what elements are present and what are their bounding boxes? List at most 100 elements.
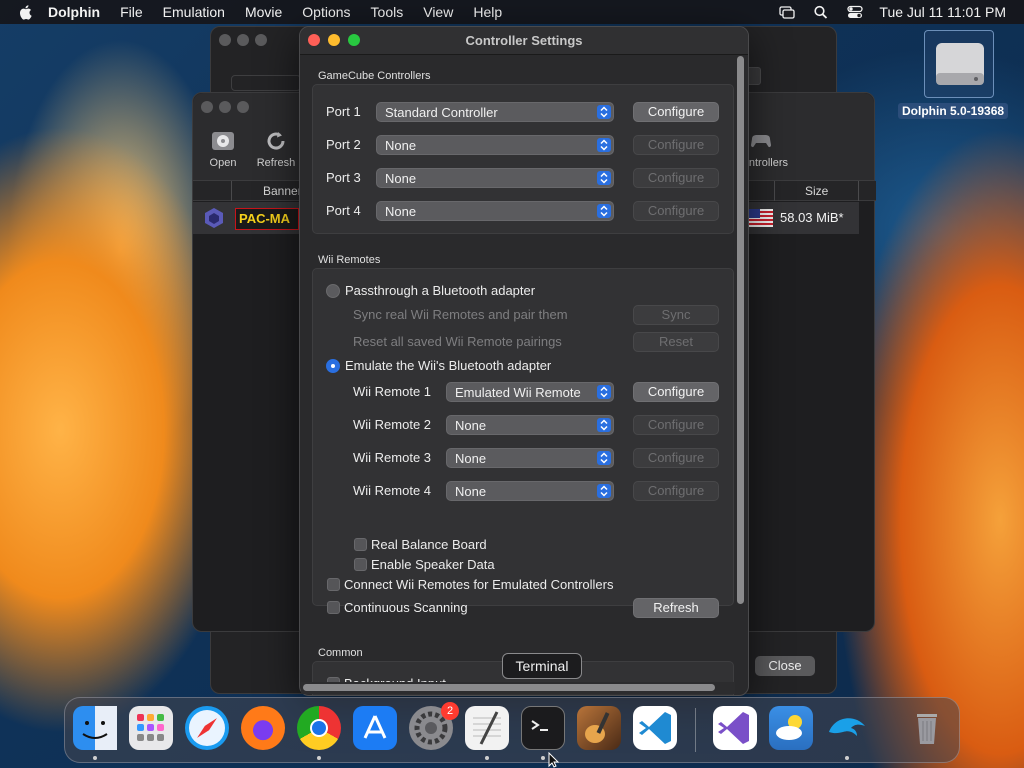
guitar-icon <box>585 712 610 743</box>
balance-board-label[interactable]: Real Balance Board <box>371 537 487 552</box>
port-3-select[interactable]: None <box>376 168 614 188</box>
port-2-configure-button[interactable]: Configure <box>633 135 719 155</box>
sync-button[interactable]: Sync <box>633 305 719 325</box>
main-minimize-icon[interactable] <box>219 101 231 113</box>
port-1-value: Standard Controller <box>385 105 498 120</box>
wii-remote-4-select[interactable]: None <box>446 481 614 501</box>
menu-bar: Dolphin File Emulation Movie Options Too… <box>0 0 1024 24</box>
passthrough-label[interactable]: Passthrough a Bluetooth adapter <box>345 283 535 298</box>
textedit-page-icon <box>473 711 501 745</box>
dolphin-disk-image-icon[interactable] <box>924 30 994 98</box>
control-center-icon[interactable] <box>847 5 864 19</box>
vertical-scroll-thumb[interactable] <box>737 56 744 604</box>
usa-flag-icon <box>749 209 773 227</box>
refresh-button[interactable]: Refresh <box>633 598 719 618</box>
app-store-icon[interactable] <box>353 706 397 750</box>
trash-icon[interactable] <box>905 706 949 750</box>
wii-remotes-group-title: Wii Remotes <box>318 254 381 266</box>
window-zoom-icon[interactable] <box>255 34 267 46</box>
connect-emulated-label[interactable]: Connect Wii Remotes for Emulated Control… <box>344 577 614 592</box>
vscode-icon[interactable] <box>633 706 677 750</box>
continuous-scanning-checkbox[interactable] <box>327 601 340 614</box>
chevron-updown-icon <box>597 385 611 399</box>
refresh-tool[interactable]: Refresh <box>253 129 299 169</box>
wii-remote-4-label: Wii Remote 4 <box>353 483 432 498</box>
wii-remote-4-configure-button[interactable]: Configure <box>633 481 719 501</box>
horizontal-scrollbar[interactable] <box>301 682 735 694</box>
continuous-scanning-label[interactable]: Continuous Scanning <box>344 600 468 615</box>
game-banner-text: PAC-MA <box>239 211 291 226</box>
port-3-configure-button[interactable]: Configure <box>633 168 719 188</box>
port-4-configure-button[interactable]: Configure <box>633 201 719 221</box>
emulate-bluetooth-radio[interactable] <box>326 359 340 373</box>
instruments-icon[interactable] <box>577 706 621 750</box>
main-close-icon[interactable] <box>201 101 213 113</box>
port-1-select[interactable]: Standard Controller <box>376 102 614 122</box>
port-1-configure-button[interactable]: Configure <box>633 102 719 122</box>
wii-remote-2-configure-button[interactable]: Configure <box>633 415 719 435</box>
firefox-icon[interactable] <box>241 706 285 750</box>
balance-board-checkbox[interactable] <box>354 538 367 551</box>
menu-app-name[interactable]: Dolphin <box>48 4 100 20</box>
menu-tools[interactable]: Tools <box>371 4 404 20</box>
apple-menu-icon[interactable] <box>18 4 32 20</box>
port-4-select[interactable]: None <box>376 201 614 221</box>
menu-file[interactable]: File <box>120 4 143 20</box>
visual-studio-icon[interactable] <box>713 706 757 750</box>
dolphin-app-icon[interactable] <box>825 706 869 750</box>
menu-options[interactable]: Options <box>302 4 350 20</box>
banner-column-header[interactable]: Banner <box>263 184 302 198</box>
reset-button[interactable]: Reset <box>633 332 719 352</box>
safari-icon[interactable] <box>185 706 229 750</box>
weather-icon[interactable] <box>769 706 813 750</box>
chevron-updown-icon <box>597 171 611 185</box>
gamecube-group-title: GameCube Controllers <box>318 70 431 82</box>
size-column-header[interactable]: Size <box>805 184 828 198</box>
menu-view[interactable]: View <box>423 4 453 20</box>
chevron-updown-icon <box>597 105 611 119</box>
finder-icon[interactable] <box>73 706 117 750</box>
launchpad-icon[interactable] <box>129 706 173 750</box>
launchpad-grid-icon <box>137 714 164 741</box>
running-indicator <box>93 756 97 760</box>
speaker-data-label[interactable]: Enable Speaker Data <box>371 557 495 572</box>
wii-remote-3-select[interactable]: None <box>446 448 614 468</box>
terminal-icon[interactable] <box>521 706 565 750</box>
controllers-tool[interactable]: Controllers <box>744 129 788 169</box>
wii-remote-1-select[interactable]: Emulated Wii Remote <box>446 382 614 402</box>
window-minimize-icon[interactable] <box>237 34 249 46</box>
chevron-updown-icon <box>597 138 611 152</box>
controller-settings-dialog: Controller Settings GameCube Controllers… <box>299 26 749 696</box>
vertical-scrollbar[interactable] <box>736 56 746 606</box>
close-button[interactable]: Close <box>755 656 815 676</box>
wii-remote-2-select[interactable]: None <box>446 415 614 435</box>
menu-movie[interactable]: Movie <box>245 4 282 20</box>
menu-emulation[interactable]: Emulation <box>163 4 225 20</box>
app-store-a-icon <box>363 715 387 739</box>
chrome-icon[interactable] <box>297 706 341 750</box>
refresh-tool-label: Refresh <box>256 157 296 169</box>
controllers-icon <box>751 135 771 148</box>
speaker-data-checkbox[interactable] <box>354 558 367 571</box>
window-close-icon[interactable] <box>219 34 231 46</box>
wii-remote-3-configure-button[interactable]: Configure <box>633 448 719 468</box>
port-2-select[interactable]: None <box>376 135 614 155</box>
wii-remote-1-configure-button[interactable]: Configure <box>633 382 719 402</box>
main-zoom-icon[interactable] <box>237 101 249 113</box>
menu-clock[interactable]: Tue Jul 11 11:01 PM <box>879 4 1006 20</box>
open-tool[interactable]: Open <box>193 129 253 169</box>
disk-image-label[interactable]: Dolphin 5.0-19368 <box>898 103 1009 119</box>
dialog-titlebar: Controller Settings <box>300 27 748 55</box>
connect-emulated-checkbox[interactable] <box>327 578 340 591</box>
screen-mirroring-icon[interactable] <box>779 5 796 19</box>
col-divider <box>774 181 775 201</box>
dock: 2 <box>64 697 960 763</box>
menu-help[interactable]: Help <box>473 4 502 20</box>
running-indicator <box>845 756 849 760</box>
passthrough-radio[interactable] <box>326 284 340 298</box>
chevron-updown-icon <box>597 451 611 465</box>
emulate-bluetooth-label[interactable]: Emulate the Wii's Bluetooth adapter <box>345 358 551 373</box>
horizontal-scroll-thumb[interactable] <box>303 684 715 691</box>
spotlight-search-icon[interactable] <box>813 5 829 19</box>
textedit-icon[interactable] <box>465 706 509 750</box>
